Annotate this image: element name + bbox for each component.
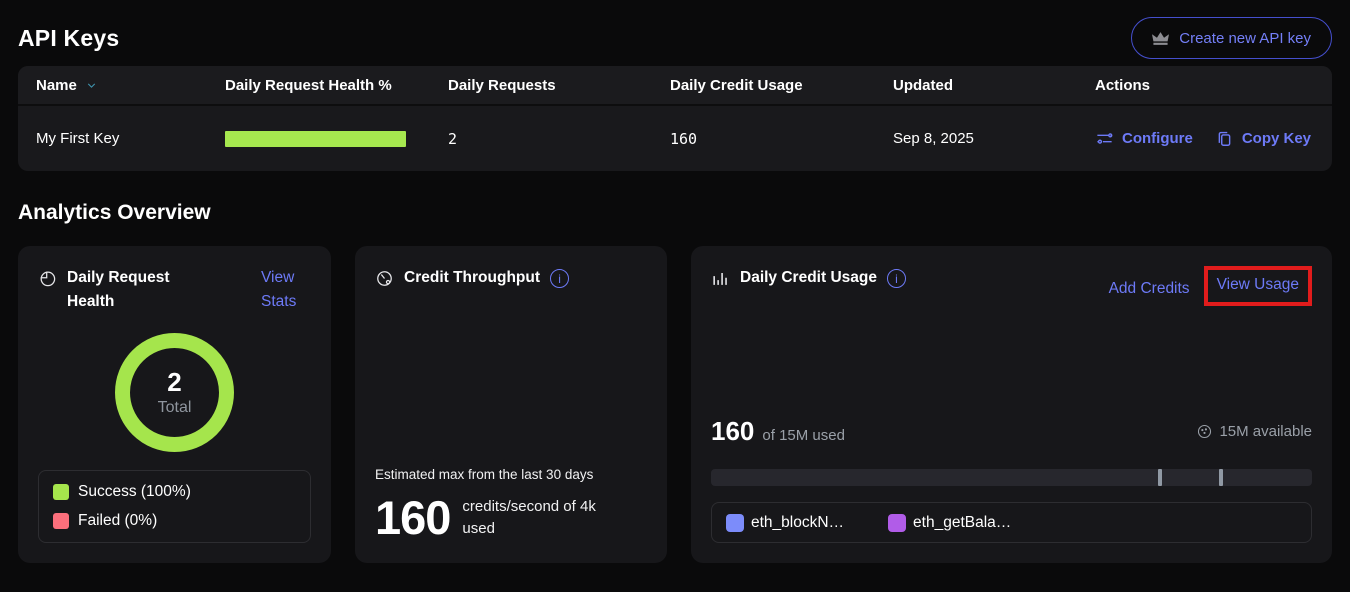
credit-throughput-card: Credit Throughput i Estimated max from t… bbox=[355, 246, 667, 563]
analytics-cards: Daily Request Health View Stats 2 Total … bbox=[18, 246, 1332, 563]
column-header-credit-usage: Daily Credit Usage bbox=[670, 77, 893, 94]
bar-marker bbox=[1158, 469, 1162, 486]
dashboard-page: API Keys Create new API key Name Daily R… bbox=[0, 0, 1350, 563]
success-label: Success (100%) bbox=[78, 483, 191, 501]
throughput-unit: credits/second of 4k used bbox=[462, 496, 622, 540]
column-header-health: Daily Request Health % bbox=[225, 77, 448, 94]
row-actions: Configure Copy Key bbox=[1095, 129, 1332, 148]
card-links: Add Credits View Usage bbox=[1109, 266, 1312, 306]
credit-usage-progress-bar bbox=[711, 469, 1312, 486]
bar-marker bbox=[1219, 469, 1223, 486]
create-api-key-button[interactable]: Create new API key bbox=[1131, 17, 1332, 59]
api-keys-table: Name Daily Request Health % Daily Reques… bbox=[18, 66, 1332, 171]
throughput-note: Estimated max from the last 30 days bbox=[375, 467, 647, 482]
donut-legend: Success (100%) Failed (0%) bbox=[38, 470, 311, 543]
health-bar bbox=[225, 131, 406, 147]
credits-icon bbox=[1196, 423, 1213, 440]
success-swatch bbox=[53, 484, 69, 500]
donut-total-label: Total bbox=[158, 399, 192, 417]
credits-used-value: 160 bbox=[711, 416, 754, 447]
daily-credit-usage-card: Daily Credit Usage i Add Credits View Us… bbox=[691, 246, 1332, 563]
configure-label: Configure bbox=[1122, 130, 1193, 147]
legend-item-success: Success (100%) bbox=[53, 483, 296, 501]
usage-legend: eth_blockN… eth_getBala… bbox=[711, 502, 1312, 543]
table-row: My First Key 2 160 Sep 8, 2025 Configure bbox=[18, 106, 1332, 171]
legend-item-failed: Failed (0%) bbox=[53, 512, 296, 530]
card-title: Credit Throughput bbox=[404, 266, 540, 290]
card-head: Daily Request Health View Stats bbox=[38, 266, 311, 314]
throughput-value-row: 160 credits/second of 4k used bbox=[375, 494, 647, 541]
column-header-requests: Daily Requests bbox=[448, 77, 670, 94]
eth-blocknumber-swatch bbox=[726, 514, 744, 532]
add-credits-link[interactable]: Add Credits bbox=[1109, 275, 1190, 298]
daily-request-health-card: Daily Request Health View Stats 2 Total … bbox=[18, 246, 331, 563]
page-title: API Keys bbox=[18, 25, 119, 52]
card-head: Credit Throughput i bbox=[375, 266, 647, 290]
crown-icon bbox=[1152, 31, 1169, 46]
credits-available: 15M available bbox=[1196, 423, 1312, 440]
eth-blocknumber-label: eth_blockN… bbox=[751, 514, 844, 532]
eth-getbalance-label: eth_getBala… bbox=[913, 514, 1011, 532]
request-health-donut-chart: 2 Total bbox=[115, 333, 234, 452]
legend-item-eth-getbalance: eth_getBala… bbox=[888, 514, 1011, 532]
sliders-icon bbox=[1095, 129, 1114, 148]
info-icon[interactable]: i bbox=[550, 269, 569, 288]
card-title: Daily Request Health bbox=[67, 266, 185, 314]
failed-swatch bbox=[53, 513, 69, 529]
throughput-value: 160 bbox=[375, 494, 450, 541]
updated-value: Sep 8, 2025 bbox=[893, 130, 1095, 147]
copy-key-label: Copy Key bbox=[1242, 130, 1311, 147]
create-api-key-label: Create new API key bbox=[1179, 30, 1311, 47]
column-header-name[interactable]: Name bbox=[36, 77, 225, 94]
bar-chart-icon bbox=[711, 269, 730, 288]
view-usage-link[interactable]: View Usage bbox=[1217, 276, 1299, 293]
annotation-highlight-box: View Usage bbox=[1204, 266, 1312, 306]
column-header-updated: Updated bbox=[893, 77, 1095, 94]
gauge-icon bbox=[375, 269, 394, 288]
credits-used-suffix: of 15M used bbox=[762, 427, 845, 444]
view-stats-link[interactable]: View Stats bbox=[261, 266, 311, 314]
credits-available-label: 15M available bbox=[1219, 423, 1312, 440]
eth-getbalance-swatch bbox=[888, 514, 906, 532]
daily-requests-value: 2 bbox=[448, 130, 670, 148]
card-head: Daily Credit Usage i Add Credits View Us… bbox=[711, 266, 1312, 306]
column-header-actions: Actions bbox=[1095, 77, 1332, 94]
legend-item-eth-blocknumber: eth_blockN… bbox=[726, 514, 844, 532]
table-header-row: Name Daily Request Health % Daily Reques… bbox=[18, 66, 1332, 106]
daily-credit-usage-value: 160 bbox=[670, 130, 893, 148]
pie-chart-icon bbox=[38, 269, 57, 288]
card-title: Daily Credit Usage bbox=[740, 266, 877, 290]
health-bar-cell bbox=[225, 131, 448, 147]
copy-icon bbox=[1215, 129, 1234, 148]
api-key-name: My First Key bbox=[36, 130, 225, 147]
api-keys-header: API Keys Create new API key bbox=[18, 0, 1332, 62]
info-icon[interactable]: i bbox=[887, 269, 906, 288]
copy-key-button[interactable]: Copy Key bbox=[1215, 129, 1311, 148]
usage-summary-row: 160 of 15M used 15M available bbox=[711, 416, 1312, 447]
column-header-name-label: Name bbox=[36, 77, 77, 94]
sort-chevron-down-icon[interactable] bbox=[85, 79, 98, 92]
donut-total-value: 2 bbox=[167, 368, 181, 397]
analytics-section-title: Analytics Overview bbox=[18, 201, 1332, 225]
failed-label: Failed (0%) bbox=[78, 512, 157, 530]
configure-button[interactable]: Configure bbox=[1095, 129, 1193, 148]
